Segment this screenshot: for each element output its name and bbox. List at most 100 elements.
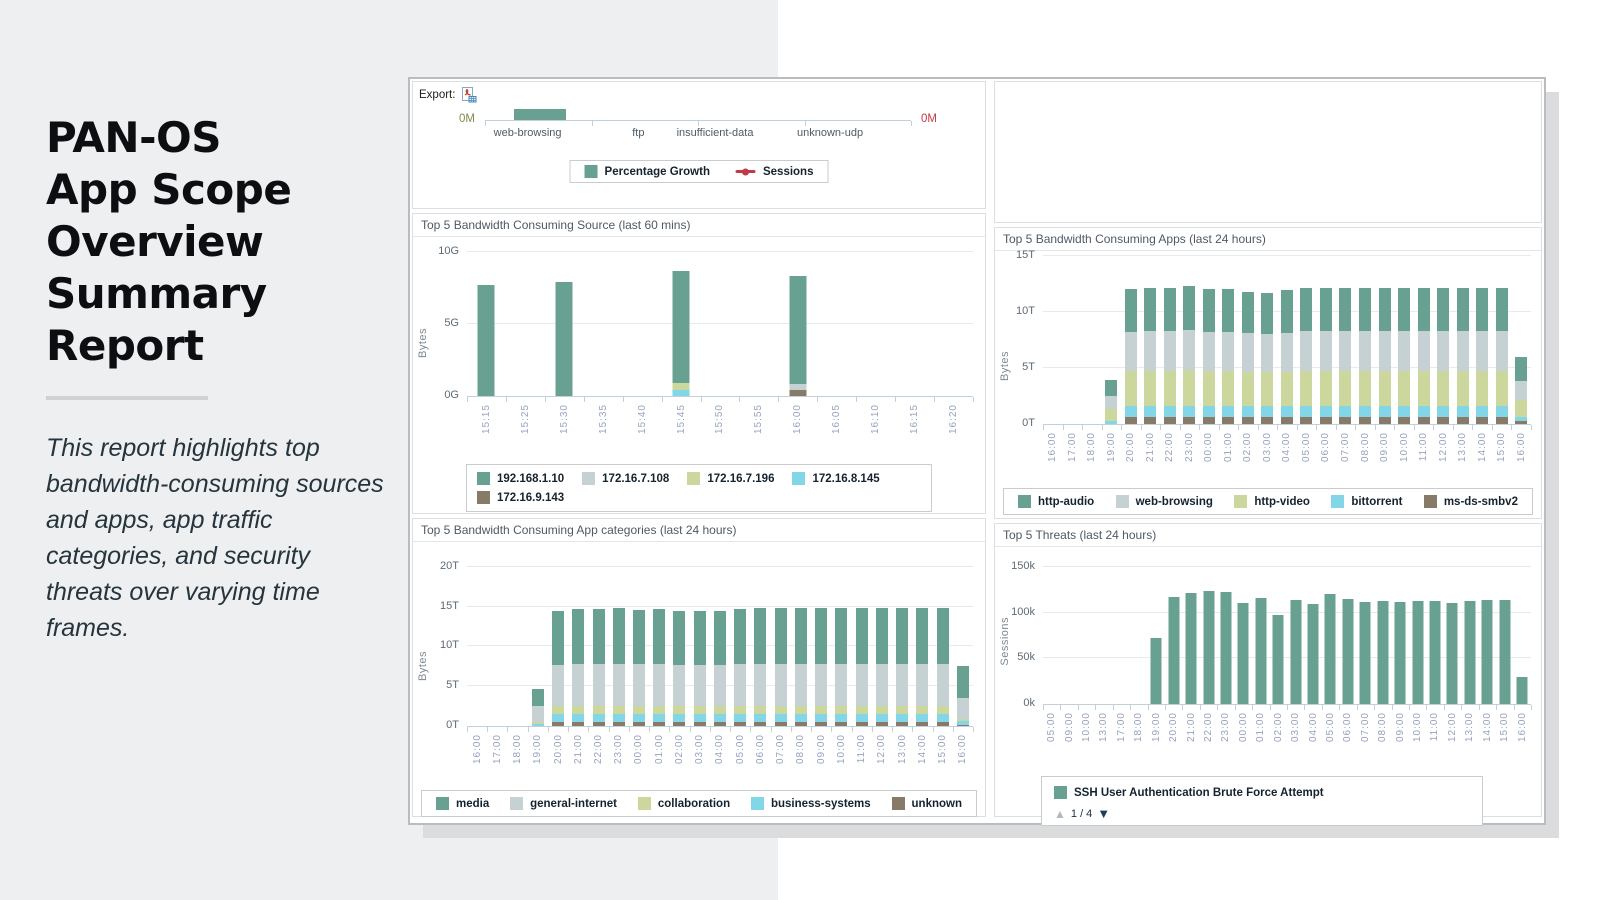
bar-segment-ms-ds-smbv2 [1379,417,1391,424]
x-tick-label: 14:00 [1477,432,1488,462]
bar-segment-192.168.1.10 [673,271,690,383]
bar-segment-SSH User Authentication Brute Force Attempt [1203,591,1214,704]
x-label-slot: 18:00 [1082,432,1102,478]
x-tick-label: 07:00 [1340,432,1351,462]
bar-segment-ms-ds-smbv2 [1300,417,1312,424]
bar-segment-172.16.9.143 [789,390,806,396]
bar [1300,288,1312,424]
bar-slot [892,548,912,726]
bar-segment-general-internet [572,664,584,706]
bar-segment-business-systems [613,714,625,722]
bar-segment-business-systems [673,714,685,722]
axis-tick [1287,705,1288,710]
x-tick-label: 16:00 [1516,432,1527,462]
legend-swatch [477,472,490,485]
bar-segment-collaboration [775,706,787,714]
bar-segment-business-systems [694,714,706,722]
legend-item: SSH User Authentication Brute Force Atte… [1054,786,1324,799]
x-label-slot: 04:00 [1277,432,1297,478]
legend-label: 172.16.7.108 [602,473,669,485]
x-label-slot: 19:00 [528,734,548,780]
bar-segment-http-video [1164,371,1176,406]
bar [714,611,726,726]
panel-top5-threats: Top 5 Threats (last 24 hours) 0k50k100k1… [994,523,1542,817]
bar-segment-collaboration [937,706,949,714]
bar-segment-collaboration [633,706,645,714]
bar-segment-media [552,611,564,665]
panel-title: Top 5 Bandwidth Consuming Source (last 6… [413,214,985,237]
legend-item: http-audio [1018,495,1094,508]
bar-slot [1374,553,1391,704]
bar-slot [467,548,487,726]
x-label-slot: 02:00 [1269,712,1286,758]
x-tick-label: 14:00 [1482,712,1493,742]
growth-category-label: web-browsing [494,127,562,139]
x-tick-label: 15:50 [714,404,725,434]
bar-segment-bittorrent [1300,406,1312,417]
bar-segment-business-systems [714,714,726,722]
x-tick-label: 20:00 [1125,432,1136,462]
pdf-export-icon[interactable] [461,87,477,103]
bar [1437,288,1449,424]
report-title-line: Overview [46,216,391,268]
bar-slot [831,548,851,726]
bar-slot [1160,253,1180,424]
bar-segment-SSH User Authentication Brute Force Attempt [1360,602,1371,704]
bar-segment-web-browsing [1222,332,1234,371]
x-tick-label: 05:00 [1046,712,1057,742]
bar-slot [1200,553,1217,704]
sessions-dot-marker [742,168,749,175]
x-label-slot: 14:00 [912,734,932,780]
bar-slot [507,548,527,726]
bar-segment-bittorrent [1261,406,1273,417]
x-axis-labels: 16:0017:0018:0019:0020:0021:0022:0023:00… [1043,432,1531,478]
apps-legend: http-audioweb-browsinghttp-videobittorre… [1003,488,1533,515]
bar-segment-unknown [673,722,685,726]
sources-plot: 0G5G10GBytes [467,243,973,397]
axis-tick [1063,425,1064,430]
x-tick-label: 15:25 [520,404,531,434]
bar-segment-http-video [1457,371,1469,406]
legend-swatch [582,472,595,485]
axis-tick [1270,705,1271,710]
sources-plot-wrap: 0G5G10GBytes15:1515:2515:3015:3515:4015:… [467,243,973,450]
bar-segment-media [613,608,625,664]
x-tick-label: 08:00 [1377,712,1388,742]
bar [1105,380,1117,424]
bar [1186,593,1197,704]
axis-tick [1444,705,1445,710]
bar-segment-media [673,611,685,665]
axis-tick [609,727,610,732]
bar [1464,601,1475,704]
page-down-arrow[interactable]: ▼ [1097,806,1110,821]
x-tick-label: 04:00 [1281,432,1292,462]
legend-label: 172.16.9.143 [497,492,564,504]
bar-segment-media [835,608,847,664]
categories-plot-wrap: 0T5T10T15T20TBytes16:0017:0018:0019:0020… [467,548,973,780]
bar [1476,288,1488,424]
legend-label: business-systems [771,798,871,810]
bar-segment-general-internet [593,664,605,706]
bar-segment-bittorrent [1222,406,1234,417]
bar-segment-collaboration [754,706,766,714]
axis-tick [933,727,934,732]
bar-slot [1180,253,1200,424]
x-tick-label: 07:00 [1360,712,1371,742]
axis-tick [1461,705,1462,710]
bar-segment-general-internet [754,664,766,706]
bar-segment-bittorrent [1183,406,1195,417]
axis-tick [467,397,468,402]
bar-slot [1322,553,1339,704]
bar-segment-general-internet [835,664,847,706]
axis-tick [1316,425,1317,430]
x-label-slot: 20:00 [1165,712,1182,758]
panel-top5-app-categories: Top 5 Bandwidth Consuming App categories… [412,518,986,817]
bar-segment-business-systems [593,714,605,722]
legend-label: ms-ds-smbv2 [1444,496,1518,508]
bar-segment-media [754,608,766,664]
bar-segment-web-browsing [1339,331,1351,371]
bar-segment-http-audio [1398,288,1410,331]
x-tick-label: 10:00 [1399,432,1410,462]
bar-segment-bittorrent [1457,406,1469,417]
page-up-arrow[interactable]: ▲ [1054,807,1066,821]
